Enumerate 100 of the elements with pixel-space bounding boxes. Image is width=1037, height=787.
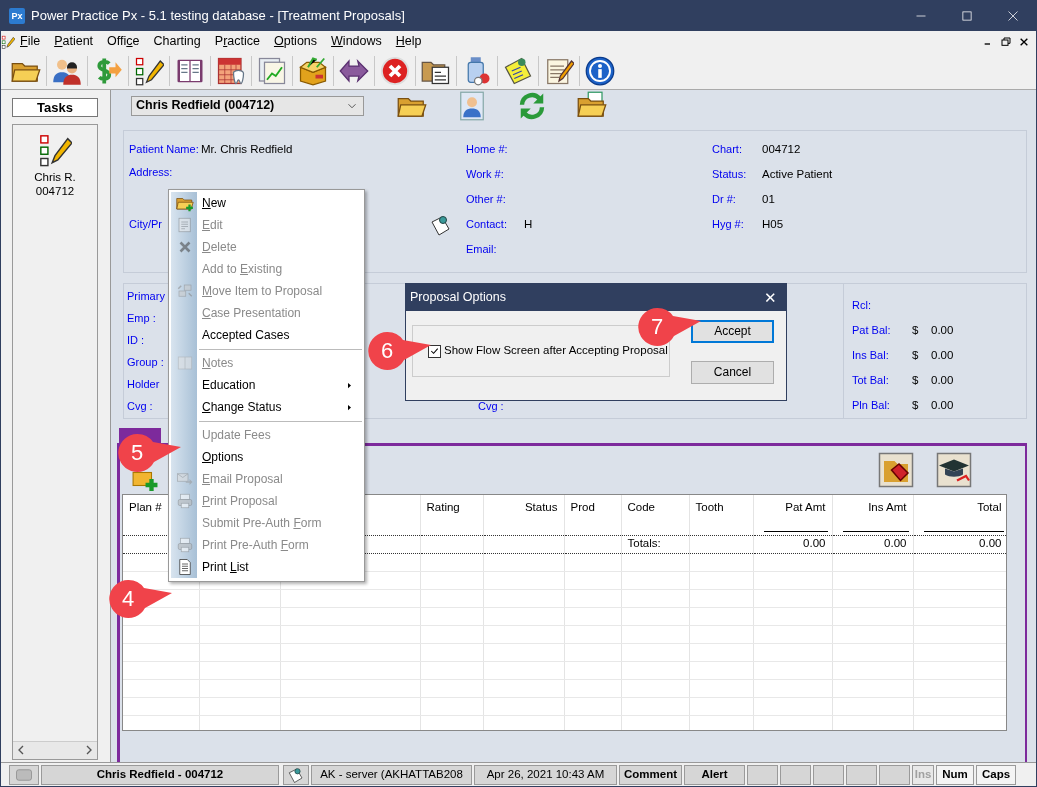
checklist-icon[interactable]	[134, 55, 164, 86]
status-indicator: Num	[936, 764, 974, 785]
menu-item[interactable]: Help	[390, 34, 427, 49]
field-label: Pat Bal:	[852, 323, 892, 338]
menu-item[interactable]: Options	[171, 446, 362, 468]
task-icon[interactable]	[38, 133, 72, 167]
table-cell: 0.00	[979, 537, 1002, 550]
status-indicator: Ins	[912, 764, 934, 785]
menu-item[interactable]: Windows	[326, 34, 387, 49]
checkbox[interactable]	[428, 344, 441, 358]
menu-item[interactable]: Practice	[209, 34, 265, 49]
field-label: Email:	[466, 242, 497, 257]
field-label: ID :	[127, 334, 145, 348]
totals-label: Totals:	[627, 537, 661, 550]
menu-item[interactable]: Options	[268, 34, 323, 49]
field-label: Holder	[127, 378, 160, 392]
dialog-button[interactable]: Cancel	[691, 361, 774, 384]
field-label: Cvg :	[478, 400, 504, 414]
field-value: 004712	[762, 142, 801, 157]
status-indicator: Caps	[976, 764, 1016, 785]
field-value: 0.00	[931, 348, 954, 363]
field-value: 0.00	[931, 398, 954, 413]
field-label: Group :	[127, 356, 164, 370]
field-label: City/Pr	[129, 217, 162, 232]
note-icon[interactable]	[503, 55, 533, 86]
task-label[interactable]: 004712	[35, 184, 75, 199]
currency-symbol: $	[912, 373, 920, 388]
menu-item[interactable]: Print List	[171, 556, 362, 578]
status-text: AK - server (AKHATTAB208	[311, 764, 472, 785]
table-cell: 0.00	[803, 537, 826, 550]
menu-item[interactable]: Charting	[148, 34, 206, 49]
close-button[interactable]: ✕	[754, 288, 786, 307]
currency-symbol: $	[912, 323, 920, 338]
menu-item[interactable]: File	[15, 34, 46, 49]
column-header[interactable]: Tooth	[695, 501, 724, 513]
dialog-button[interactable]: Accept	[691, 320, 774, 343]
graduation-cap-icon[interactable]	[936, 452, 972, 488]
field-label: Hyg #:	[712, 217, 745, 232]
task-label[interactable]: Chris R.	[34, 171, 76, 185]
tasks-header: Tasks	[12, 98, 98, 117]
field-label: Cvg :	[127, 400, 153, 414]
column-header[interactable]: Total	[977, 501, 1002, 513]
field-label: Status:	[712, 167, 748, 182]
status-panel	[846, 764, 877, 785]
status-text: Comment	[619, 764, 682, 785]
chart-icon[interactable]	[257, 55, 287, 86]
calendar-icon[interactable]	[216, 55, 246, 86]
column-header[interactable]: Plan #	[129, 501, 162, 513]
status-panel	[780, 764, 811, 785]
field-label: Other #:	[466, 192, 506, 207]
column-header[interactable]: Pat Amt	[785, 501, 826, 513]
menu-item[interactable]: Change Status	[171, 396, 362, 418]
field-label: Tot Bal:	[852, 373, 890, 388]
field-value: 0.00	[931, 323, 954, 338]
field-label: Home #:	[466, 142, 508, 157]
column-header[interactable]: Rating	[426, 501, 460, 513]
box-icon[interactable]	[298, 55, 328, 86]
field-label: Work #:	[466, 167, 504, 182]
patient-dropdown[interactable]: Chris Redfield (004712)	[131, 95, 364, 116]
status-panel	[879, 764, 910, 785]
dialog-title: Proposal Options	[410, 290, 506, 305]
field-value: H	[524, 217, 533, 232]
field-value: 01	[762, 192, 775, 207]
currency-symbol: $	[912, 348, 920, 363]
column-header[interactable]: Ins Amt	[868, 501, 907, 513]
note-icon	[287, 765, 305, 784]
menu-item[interactable]: Patient	[49, 34, 99, 49]
column-header[interactable]: Status	[524, 501, 558, 513]
field-label: Ins Bal:	[852, 348, 890, 363]
printer-icon	[175, 492, 195, 510]
status-text: Apr 26, 2021 10:43 AM	[474, 764, 617, 785]
field-label: Pln Bal:	[852, 398, 891, 413]
field-label: Contact:	[466, 217, 508, 232]
field-label: Primary	[127, 290, 165, 304]
move-icon	[175, 282, 195, 300]
field-value: H05	[762, 217, 784, 232]
field-value: Active Patient	[762, 167, 833, 182]
status-panel	[747, 764, 778, 785]
field-label: Rcl:	[852, 298, 872, 313]
field-label: Address:	[129, 166, 173, 180]
menu-item[interactable]: Accepted Cases	[171, 324, 362, 346]
menu-item[interactable]: Office	[102, 34, 145, 49]
id-card-icon[interactable]	[457, 90, 487, 121]
field-label: Patient Name:	[129, 142, 200, 157]
column-header[interactable]: Prod	[570, 501, 595, 513]
column-header[interactable]: Code	[627, 501, 655, 513]
info-icon[interactable]	[585, 55, 615, 86]
field-value: Mr. Chris Redfield	[201, 142, 293, 157]
app-menu-icon[interactable]	[1, 34, 15, 49]
eraser-icon[interactable]	[878, 452, 914, 488]
field-label: Emp :	[127, 312, 156, 326]
menu-item[interactable]: New	[171, 192, 362, 214]
book-icon	[175, 354, 195, 372]
status-text: Chris Redfield - 004712	[41, 764, 279, 785]
cancel-icon[interactable]	[380, 55, 410, 86]
window-title: Power Practice Px - 5.1 testing database - [Treatment Proposals]	[31, 8, 406, 24]
menu-item[interactable]: Education	[171, 374, 362, 396]
scrollbar[interactable]	[13, 741, 97, 759]
status-text: Alert	[684, 764, 745, 785]
app-logo: Px	[9, 8, 25, 24]
